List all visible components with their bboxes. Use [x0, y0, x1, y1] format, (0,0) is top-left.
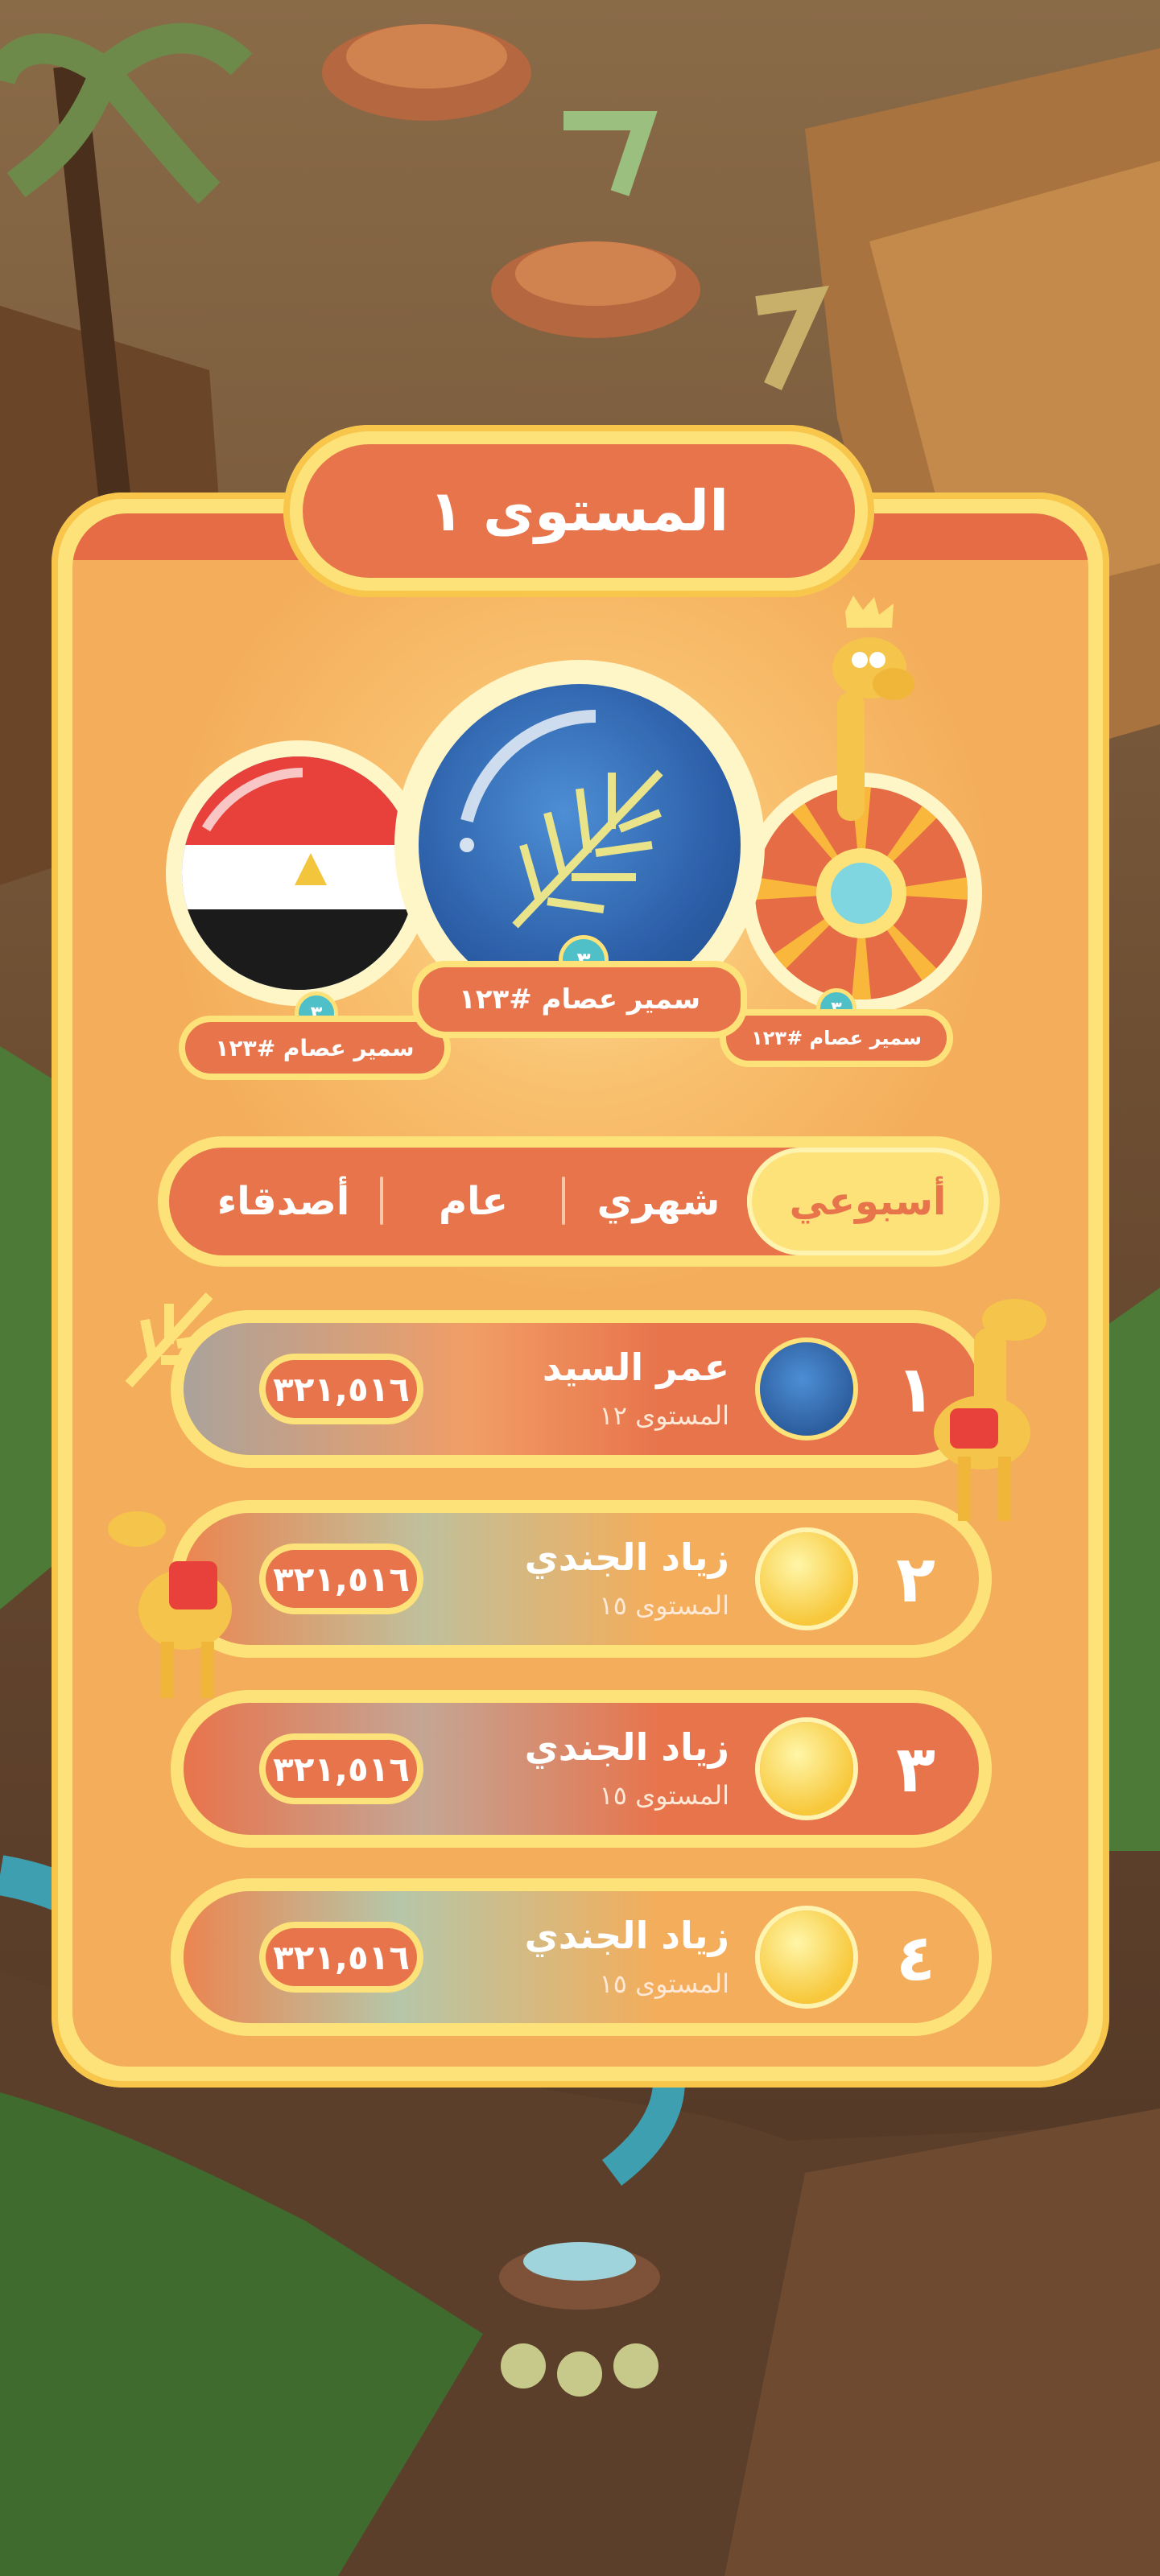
rank-number: ٤ — [896, 1919, 935, 1995]
tab-yearly[interactable]: عام — [385, 1148, 562, 1255]
period-tabs: أسبوعي شهري عام أصدقاء — [158, 1136, 1000, 1267]
leaderboard-row[interactable]: ٣ زياد الجندي المستوى ١٥ ٣٢١,٥١٦ — [171, 1690, 992, 1848]
player-name: عمر السيد — [542, 1346, 729, 1389]
tab-separator — [562, 1177, 565, 1225]
rank-number: ٢ — [896, 1541, 935, 1617]
tab-separator — [380, 1177, 383, 1225]
tab-friends[interactable]: أصدقاء — [187, 1148, 380, 1255]
camel-icon — [108, 1511, 232, 1698]
yellow-orb-icon — [760, 1910, 853, 2004]
tab-weekly[interactable]: أسبوعي — [747, 1148, 989, 1255]
podium-center-name-tag: سمير عصام #١٢٣ — [412, 961, 747, 1038]
score-value: ٣٢١,٥١٦ — [266, 1550, 417, 1608]
egypt-flag-avatar[interactable] — [182, 756, 415, 990]
player-name: زياد الجندي — [524, 1914, 729, 1957]
camel-icon — [934, 1299, 1046, 1521]
podium-right-name-tag: سمير عصام #١٢٣ — [720, 1009, 953, 1067]
camel-mascot-icon — [832, 596, 914, 821]
leaderboard-row[interactable]: ٢ زياد الجندي المستوى ١٥ ٣٢١,٥١٦ — [171, 1500, 992, 1658]
podium-right-name: سمير عصام #١٢٣ — [726, 1016, 947, 1061]
leaderboard-row[interactable]: ١ عمر السيد المستوى ١٢ ٣٢١,٥١٦ — [171, 1310, 992, 1468]
tab-monthly[interactable]: شهري — [570, 1148, 747, 1255]
score-value: ٣٢١,٥١٦ — [266, 1928, 417, 1986]
score-badge: ٣٢١,٥١٦ — [259, 1733, 423, 1804]
player-name: زياد الجندي — [524, 1535, 729, 1579]
leaderboard-row[interactable]: ٤ زياد الجندي المستوى ١٥ ٣٢١,٥١٦ — [171, 1878, 992, 2036]
flag-icon — [182, 756, 415, 990]
level-title-banner: المستوى ١ — [283, 425, 874, 597]
score-badge: ٣٢١,٥١٦ — [259, 1544, 423, 1614]
rank-number: ٣ — [896, 1731, 935, 1807]
player-name: زياد الجندي — [524, 1725, 729, 1769]
player-level: المستوى ١٥ — [599, 1968, 729, 1999]
score-badge: ٣٢١,٥١٦ — [259, 1922, 423, 1993]
score-value: ٣٢١,٥١٦ — [266, 1360, 417, 1418]
page-title: المستوى ١ — [428, 478, 729, 544]
podium-left-name: سمير عصام #١٢٣ — [185, 1022, 444, 1074]
palm-leaf-icon — [760, 1342, 853, 1436]
player-level: المستوى ١٥ — [599, 1780, 729, 1811]
podium-left-name-tag: سمير عصام #١٢٣ — [179, 1016, 451, 1080]
podium-center-name: سمير عصام #١٢٣ — [419, 967, 741, 1032]
player-level: المستوى ١٥ — [599, 1590, 729, 1621]
yellow-orb-icon — [760, 1722, 853, 1816]
player-level: المستوى ١٢ — [599, 1400, 729, 1431]
score-value: ٣٢١,٥١٦ — [266, 1740, 417, 1798]
score-badge: ٣٢١,٥١٦ — [259, 1354, 423, 1424]
yellow-orb-icon — [760, 1532, 853, 1626]
